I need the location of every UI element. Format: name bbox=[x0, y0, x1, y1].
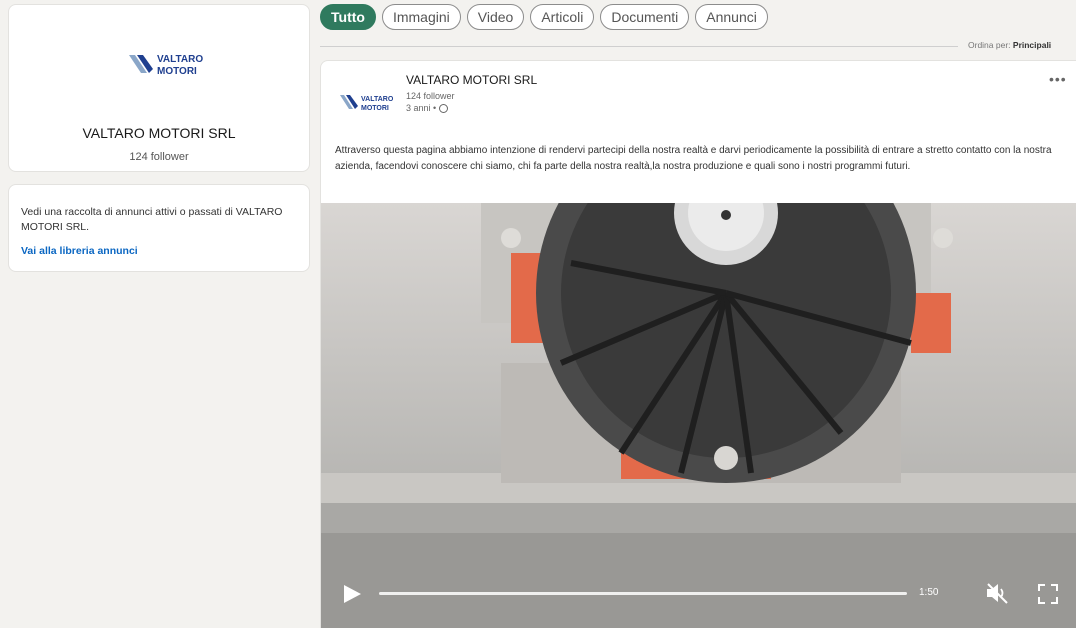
globe-icon bbox=[439, 103, 449, 113]
post-author-logo[interactable]: VALTARO MOTORI bbox=[339, 91, 401, 113]
post-time-text: 3 anni • bbox=[406, 103, 437, 113]
video-player[interactable]: 1:50 bbox=[321, 203, 1076, 628]
video-frame bbox=[321, 203, 1076, 628]
logo-text-line1: VALTARO bbox=[157, 54, 203, 65]
sort-dropdown[interactable]: Ordina per: Principali bbox=[968, 40, 1051, 50]
play-icon[interactable] bbox=[341, 583, 363, 605]
post-logo-line1: VALTARO bbox=[361, 96, 394, 103]
post-body-text: Attraverso questa pagina abbiamo intenzi… bbox=[335, 145, 1052, 172]
video-duration: 1:50 bbox=[919, 587, 939, 598]
post-card: VALTARO MOTORI VALTARO MOTORI SRL 124 fo… bbox=[320, 60, 1076, 628]
filter-articoli[interactable]: Articoli bbox=[530, 4, 595, 30]
filter-tutto[interactable]: Tutto bbox=[320, 4, 376, 30]
post-more-options-button[interactable]: ••• bbox=[1049, 71, 1067, 87]
post-timestamp: 3 anni • bbox=[406, 103, 449, 113]
fullscreen-icon[interactable] bbox=[1037, 583, 1059, 605]
sort-divider bbox=[320, 46, 958, 47]
post-author-name[interactable]: VALTARO MOTORI SRL bbox=[406, 73, 537, 87]
filter-documenti[interactable]: Documenti bbox=[600, 4, 690, 30]
logo-text-line2: MOTORI bbox=[157, 66, 197, 77]
company-followers: 124 follower bbox=[129, 151, 189, 163]
video-progress-bar[interactable] bbox=[379, 592, 907, 595]
company-card: VALTARO MOTORI VALTARO MOTORI SRL 124 fo… bbox=[8, 4, 310, 172]
sort-prefix: Ordina per: bbox=[968, 40, 1011, 50]
filter-annunci[interactable]: Annunci bbox=[695, 4, 768, 30]
ads-library-card: Vedi una raccolta di annunci attivi o pa… bbox=[8, 184, 310, 272]
filter-video[interactable]: Video bbox=[466, 4, 525, 30]
post-logo-line2: MOTORI bbox=[361, 105, 389, 112]
content-filter-bar: Tutto Immagini Video Articoli Documenti … bbox=[320, 4, 768, 32]
company-logo[interactable]: VALTARO MOTORI bbox=[127, 49, 213, 79]
sort-value: Principali bbox=[1012, 40, 1052, 50]
filter-immagini[interactable]: Immagini bbox=[381, 4, 461, 30]
ads-description: Vedi una raccolta di annunci attivi o pa… bbox=[21, 206, 283, 233]
post-author-followers: 124 follower bbox=[406, 91, 455, 101]
company-name[interactable]: VALTARO MOTORI SRL bbox=[9, 125, 309, 141]
volume-muted-icon[interactable] bbox=[985, 581, 1011, 605]
ads-library-link[interactable]: Vai alla libreria annunci bbox=[21, 245, 138, 257]
